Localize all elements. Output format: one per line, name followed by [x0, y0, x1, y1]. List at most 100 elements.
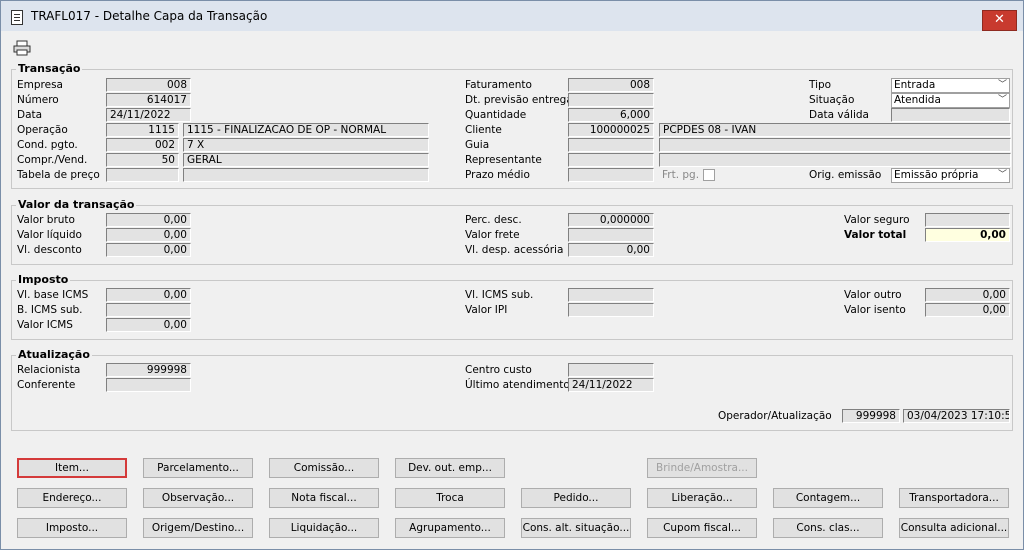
brinde-amostra-button[interactable]: Brinde/Amostra...	[647, 458, 757, 478]
centro-field[interactable]	[568, 363, 654, 377]
agrupamento-button[interactable]: Agrupamento...	[395, 518, 505, 538]
liquido-label: Valor líquido	[17, 229, 82, 241]
cond-label: Cond. pgto.	[17, 139, 78, 151]
print-icon[interactable]	[13, 40, 31, 56]
data-valida-field[interactable]	[891, 108, 1010, 122]
troca-button[interactable]: Troca	[395, 488, 505, 508]
representante-code-field[interactable]	[568, 153, 654, 167]
isento-label: Valor isento	[844, 304, 906, 316]
icms-sub-field[interactable]	[568, 288, 654, 302]
icms-field[interactable]: 0,00	[106, 318, 191, 332]
consulta-adicional-button[interactable]: Consulta adicional...	[899, 518, 1009, 538]
prazo-field[interactable]	[568, 168, 654, 182]
imposto-button[interactable]: Imposto...	[17, 518, 127, 538]
item-button[interactable]: Item...	[17, 458, 127, 478]
perc-label: Perc. desc.	[465, 214, 522, 226]
cliente-desc-field: PCPDES 08 - IVAN	[659, 123, 1011, 137]
nota-fiscal-button[interactable]: Nota fiscal...	[269, 488, 379, 508]
document-icon	[11, 10, 23, 25]
cons-clas-button[interactable]: Cons. clas...	[773, 518, 883, 538]
ipi-label: Valor IPI	[465, 304, 508, 316]
bsub-label: B. ICMS sub.	[17, 304, 83, 316]
seguro-field[interactable]	[925, 213, 1010, 227]
dev-out-emp-button[interactable]: Dev. out. emp...	[395, 458, 505, 478]
frt-label: Frt. pg.	[662, 169, 700, 181]
tipo-select[interactable]: Entrada ﹀	[891, 78, 1010, 93]
pedido-button[interactable]: Pedido...	[521, 488, 631, 508]
base-field[interactable]: 0,00	[106, 288, 191, 302]
data-valida-label: Data válida	[809, 109, 869, 121]
valor-legend: Valor da transação	[16, 198, 137, 211]
icms-label: Valor ICMS	[17, 319, 73, 331]
bsub-field[interactable]	[106, 303, 191, 317]
desconto-label: Vl. desconto	[17, 244, 82, 256]
title-bar: TRAFL017 - Detalhe Capa da Transação ✕	[1, 1, 1023, 31]
endereco-button[interactable]: Endereço...	[17, 488, 127, 508]
imposto-legend: Imposto	[16, 273, 71, 286]
relacionista-field[interactable]: 999998	[106, 363, 191, 377]
compr-label: Compr./Vend.	[17, 154, 88, 166]
faturamento-label: Faturamento	[465, 79, 532, 91]
operador-field[interactable]: 999998	[842, 409, 900, 423]
cond-desc-field: 7 X	[183, 138, 429, 152]
frete-label: Valor frete	[465, 229, 520, 241]
empresa-field[interactable]: 008	[106, 78, 191, 92]
cupom-fiscal-button[interactable]: Cupom fiscal...	[647, 518, 757, 538]
bruto-field[interactable]: 0,00	[106, 213, 191, 227]
contagem-button[interactable]: Contagem...	[773, 488, 883, 508]
situacao-select[interactable]: Atendida ﹀	[891, 93, 1010, 108]
tipo-label: Tipo	[809, 79, 832, 91]
comissao-button[interactable]: Comissão...	[269, 458, 379, 478]
transacao-group: Transação Empresa 008 Número 614017 Data…	[11, 62, 1013, 189]
cliente-code-field[interactable]: 100000025	[568, 123, 654, 137]
valor-group: Valor da transação Valor bruto 0,00 Valo…	[11, 198, 1013, 265]
observacao-button[interactable]: Observação...	[143, 488, 253, 508]
desconto-field[interactable]: 0,00	[106, 243, 191, 257]
transacao-legend: Transação	[16, 62, 83, 75]
cons-alt-situacao-button[interactable]: Cons. alt. situação...	[521, 518, 631, 538]
tabela-label: Tabela de preço	[17, 169, 100, 181]
tabela-code-field[interactable]	[106, 168, 179, 182]
frete-field[interactable]	[568, 228, 654, 242]
quantidade-label: Quantidade	[465, 109, 527, 121]
liquidacao-button[interactable]: Liquidação...	[269, 518, 379, 538]
isento-field[interactable]: 0,00	[925, 303, 1010, 317]
tabela-desc-field	[183, 168, 429, 182]
numero-field[interactable]: 614017	[106, 93, 191, 107]
atualizacao-group: Atualização Relacionista 999998 Conferen…	[11, 348, 1013, 431]
cond-code-field[interactable]: 002	[106, 138, 179, 152]
data-field[interactable]: 24/11/2022	[106, 108, 191, 122]
ultimo-field[interactable]: 24/11/2022	[568, 378, 654, 392]
dt-prev-field[interactable]	[568, 93, 654, 107]
window: TRAFL017 - Detalhe Capa da Transação ✕ T…	[0, 0, 1024, 550]
perc-field[interactable]: 0,000000	[568, 213, 654, 227]
liquido-field[interactable]: 0,00	[106, 228, 191, 242]
orig-select[interactable]: Emissão própria ﹀	[891, 168, 1010, 183]
liberacao-button[interactable]: Liberação...	[647, 488, 757, 508]
transportadora-button[interactable]: Transportadora...	[899, 488, 1009, 508]
ipi-field[interactable]	[568, 303, 654, 317]
operacao-code-field[interactable]: 1115	[106, 123, 179, 137]
conferente-label: Conferente	[17, 379, 76, 391]
outro-field[interactable]: 0,00	[925, 288, 1010, 302]
window-title: TRAFL017 - Detalhe Capa da Transação	[31, 9, 268, 23]
dt-prev-label: Dt. previsão entrega	[465, 94, 573, 106]
representante-desc-field	[659, 153, 1011, 167]
close-button[interactable]: ✕	[982, 10, 1017, 31]
atualizacao-legend: Atualização	[16, 348, 92, 361]
operador-data-field[interactable]: 03/04/2023 17:10:52	[903, 409, 1010, 423]
guia-code-field[interactable]	[568, 138, 654, 152]
chevron-down-icon: ﹀	[997, 95, 1007, 105]
frt-checkbox[interactable]	[703, 169, 715, 181]
compr-code-field[interactable]: 50	[106, 153, 179, 167]
desp-field[interactable]: 0,00	[568, 243, 654, 257]
total-field[interactable]: 0,00	[925, 228, 1010, 242]
faturamento-field[interactable]: 008	[568, 78, 654, 92]
quantidade-field[interactable]: 6,000	[568, 108, 654, 122]
parcelamento-button[interactable]: Parcelamento...	[143, 458, 253, 478]
origem-destino-button[interactable]: Origem/Destino...	[143, 518, 253, 538]
operacao-desc-field: 1115 - FINALIZACAO DE OP - NORMAL	[183, 123, 429, 137]
situacao-value: Atendida	[894, 94, 941, 106]
imposto-group: Imposto Vl. base ICMS 0,00 B. ICMS sub. …	[11, 273, 1013, 340]
conferente-field[interactable]	[106, 378, 191, 392]
